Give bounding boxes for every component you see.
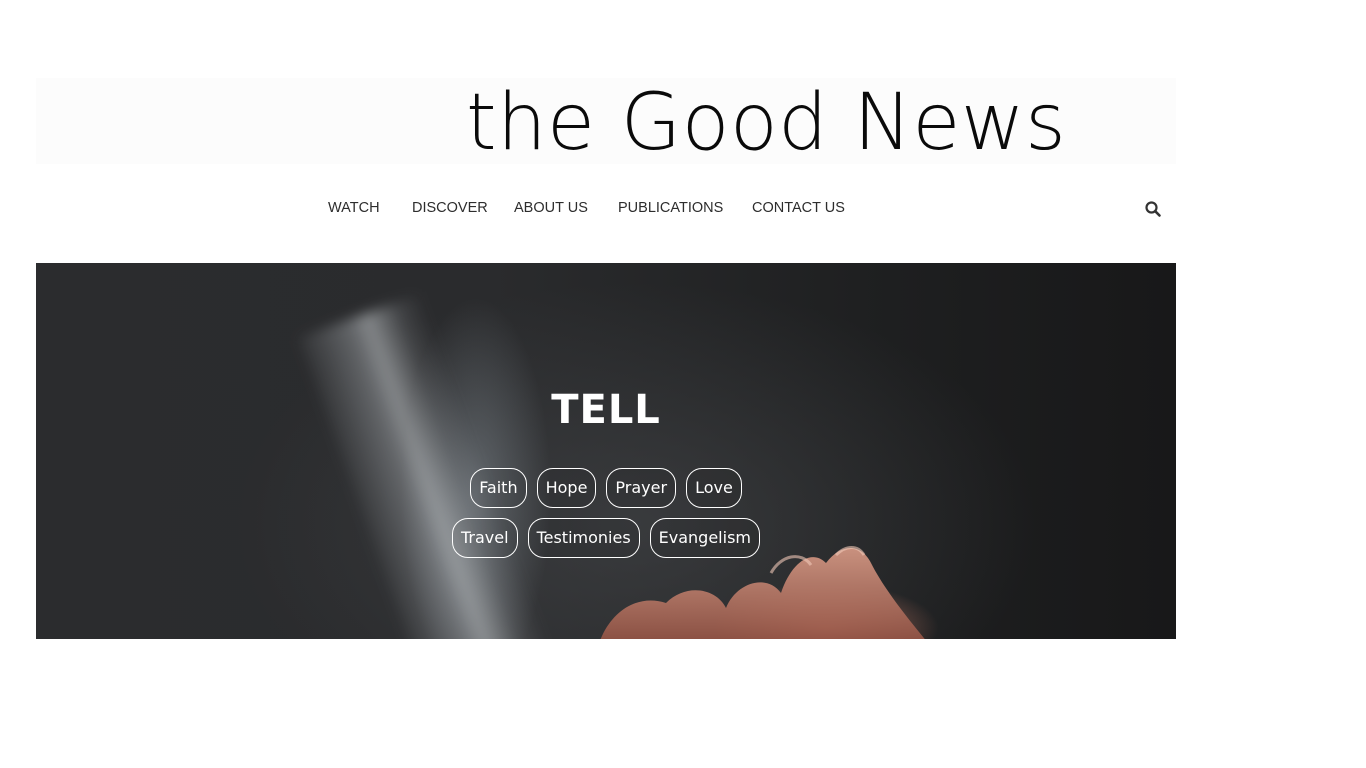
- hero-title: TELL: [551, 387, 661, 433]
- search-button[interactable]: [1144, 200, 1162, 218]
- site-header-banner: the Good News: [36, 78, 1176, 166]
- tag-hope[interactable]: Hope: [536, 468, 597, 508]
- tag-travel[interactable]: Travel: [452, 518, 518, 558]
- site-logo[interactable]: the Good News: [466, 80, 1066, 166]
- tag-prayer[interactable]: Prayer: [606, 468, 677, 508]
- hero-banner: TELL Faith Hope Prayer Love Travel Testi…: [36, 263, 1176, 639]
- nav-item-contact-us[interactable]: CONTACT US: [752, 196, 845, 220]
- tag-love[interactable]: Love: [686, 468, 742, 508]
- tag-faith[interactable]: Faith: [470, 468, 527, 508]
- tag-testimonies[interactable]: Testimonies: [527, 518, 640, 558]
- nav-item-watch[interactable]: WATCH: [328, 196, 380, 220]
- nav-item-publications[interactable]: PUBLICATIONS: [618, 196, 723, 220]
- hero-light-beam: [298, 293, 564, 639]
- page: the Good News WATCH DISCOVER ABOUT US PU…: [0, 0, 1366, 768]
- tag-evangelism[interactable]: Evangelism: [649, 518, 760, 558]
- nav-item-discover[interactable]: DISCOVER: [412, 196, 488, 220]
- search-icon: [1145, 201, 1161, 217]
- tag-row-2: Travel Testimonies Evangelism: [36, 518, 1176, 558]
- tag-row-1: Faith Hope Prayer Love: [36, 468, 1176, 508]
- nav-item-about-us[interactable]: ABOUT US: [514, 196, 588, 220]
